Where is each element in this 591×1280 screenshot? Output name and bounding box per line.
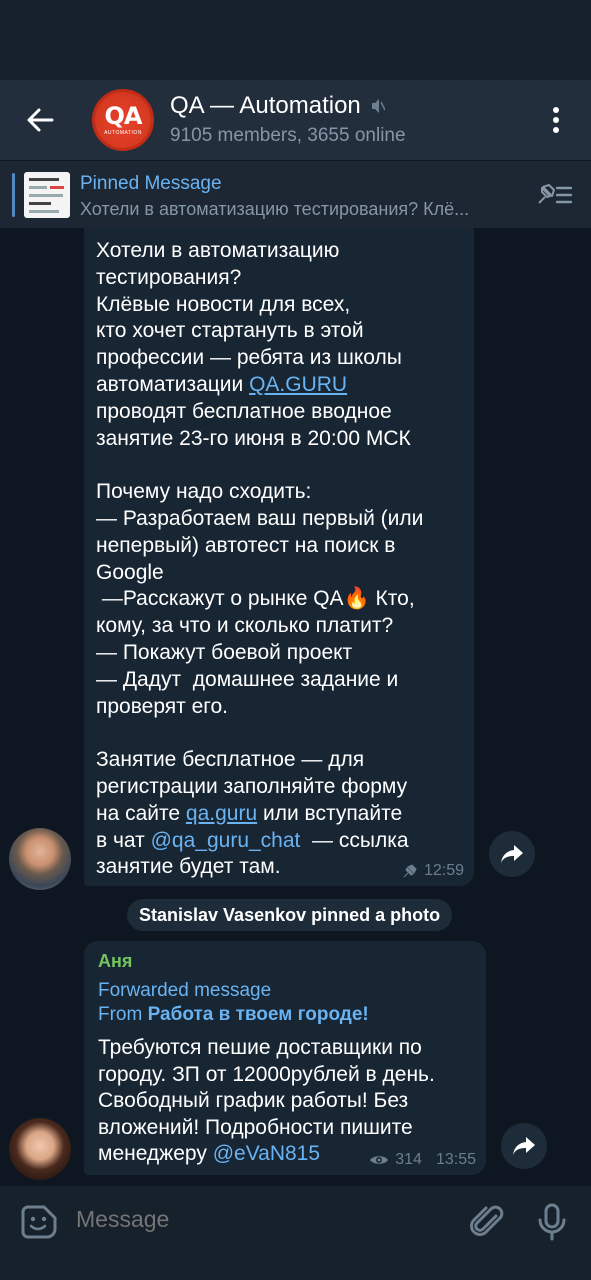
pinned-preview: Хотели в автоматизацию тестирования? Клё…: [80, 199, 470, 219]
chat-header: QA AUTOMATION QA — Automation 9105 membe…: [0, 80, 591, 160]
message-meta: 314 13:55: [369, 1151, 476, 1169]
emoji-sticker-button[interactable]: [20, 1204, 58, 1240]
message-meta: 12:59: [402, 862, 464, 880]
message-text: Хотели в автоматизацию тестирования? Клё…: [96, 238, 468, 881]
forward-header[interactable]: Forwarded message From Работа в твоем го…: [98, 979, 369, 1027]
status-bar: [0, 0, 591, 80]
chat-mention-link[interactable]: @qa_guru_chat: [151, 829, 301, 852]
chat-avatar-logo: QA: [104, 102, 143, 130]
back-button[interactable]: [18, 98, 62, 142]
chat-members-status: 9105 members, 3655 online: [170, 125, 406, 146]
message-bubble[interactable]: Аня Forwarded message From Работа в твое…: [84, 941, 486, 1175]
paperclip-icon: [470, 1205, 504, 1236]
views-eye-icon: [370, 1156, 389, 1164]
voice-record-button[interactable]: [532, 1202, 572, 1242]
sender-avatar[interactable]: [9, 828, 71, 890]
more-vertical-icon: [553, 107, 559, 133]
forward-source-name[interactable]: Работа в твоем городе!: [148, 1004, 369, 1025]
view-count: 314: [395, 1151, 422, 1168]
pinned-list-button[interactable]: [533, 179, 573, 211]
arrow-left-icon: [27, 108, 54, 132]
sticker-smile-icon: [21, 1205, 57, 1239]
share-button[interactable]: [501, 1123, 547, 1169]
share-arrow-icon: [513, 1137, 535, 1155]
message-text-part: проводят бесплатное вводное занятие 23-г…: [96, 399, 424, 825]
pinned-message-bar[interactable]: Pinned Message Хотели в автоматизацию те…: [0, 160, 591, 228]
message-composer: [0, 1186, 591, 1258]
chat-title-text: QA — Automation: [170, 92, 361, 119]
forward-source: From Работа в твоем городе!: [98, 1003, 369, 1027]
share-arrow-icon: [501, 845, 523, 863]
site-link[interactable]: qa.guru: [186, 802, 257, 825]
sender-name[interactable]: Аня: [98, 951, 132, 972]
pin-icon: [403, 864, 417, 878]
chat-area[interactable]: Хотели в автоматизацию тестирования? Клё…: [0, 228, 591, 1186]
more-menu-button[interactable]: [541, 100, 571, 140]
chat-title: QA — Automation: [170, 92, 406, 120]
sender-avatar[interactable]: [9, 1118, 71, 1180]
message-bubble[interactable]: Хотели в автоматизацию тестирования? Клё…: [84, 228, 474, 886]
message-time: 13:55: [435, 1151, 476, 1168]
message-input[interactable]: [76, 1206, 436, 1233]
chat-avatar[interactable]: QA AUTOMATION: [92, 89, 154, 151]
pinned-thumbnail: [24, 172, 70, 218]
chat-title-area[interactable]: QA — Automation 9105 members, 3655 onlin…: [170, 92, 406, 147]
forward-from-prefix: From: [98, 1004, 148, 1025]
share-button[interactable]: [489, 831, 535, 877]
muted-icon: [371, 99, 385, 113]
manager-mention-link[interactable]: @eVaN815: [213, 1142, 320, 1165]
qa-guru-link[interactable]: QA.GURU: [249, 373, 347, 396]
message-text: Требуются пешие доставщики по городу. ЗП…: [98, 1035, 482, 1168]
navigation-bar-area: [0, 1258, 591, 1280]
chat-avatar-caption: AUTOMATION: [104, 130, 142, 136]
attach-button[interactable]: [468, 1202, 508, 1242]
message-time: 12:59: [423, 862, 464, 879]
forwarded-label: Forwarded message: [98, 980, 272, 1001]
pinned-title: Pinned Message: [80, 173, 222, 194]
pin-list-icon: [538, 184, 573, 204]
microphone-icon: [538, 1203, 566, 1241]
service-message: Stanislav Vasenkov pinned a photo: [127, 899, 453, 931]
pinned-indicator: [12, 173, 15, 217]
